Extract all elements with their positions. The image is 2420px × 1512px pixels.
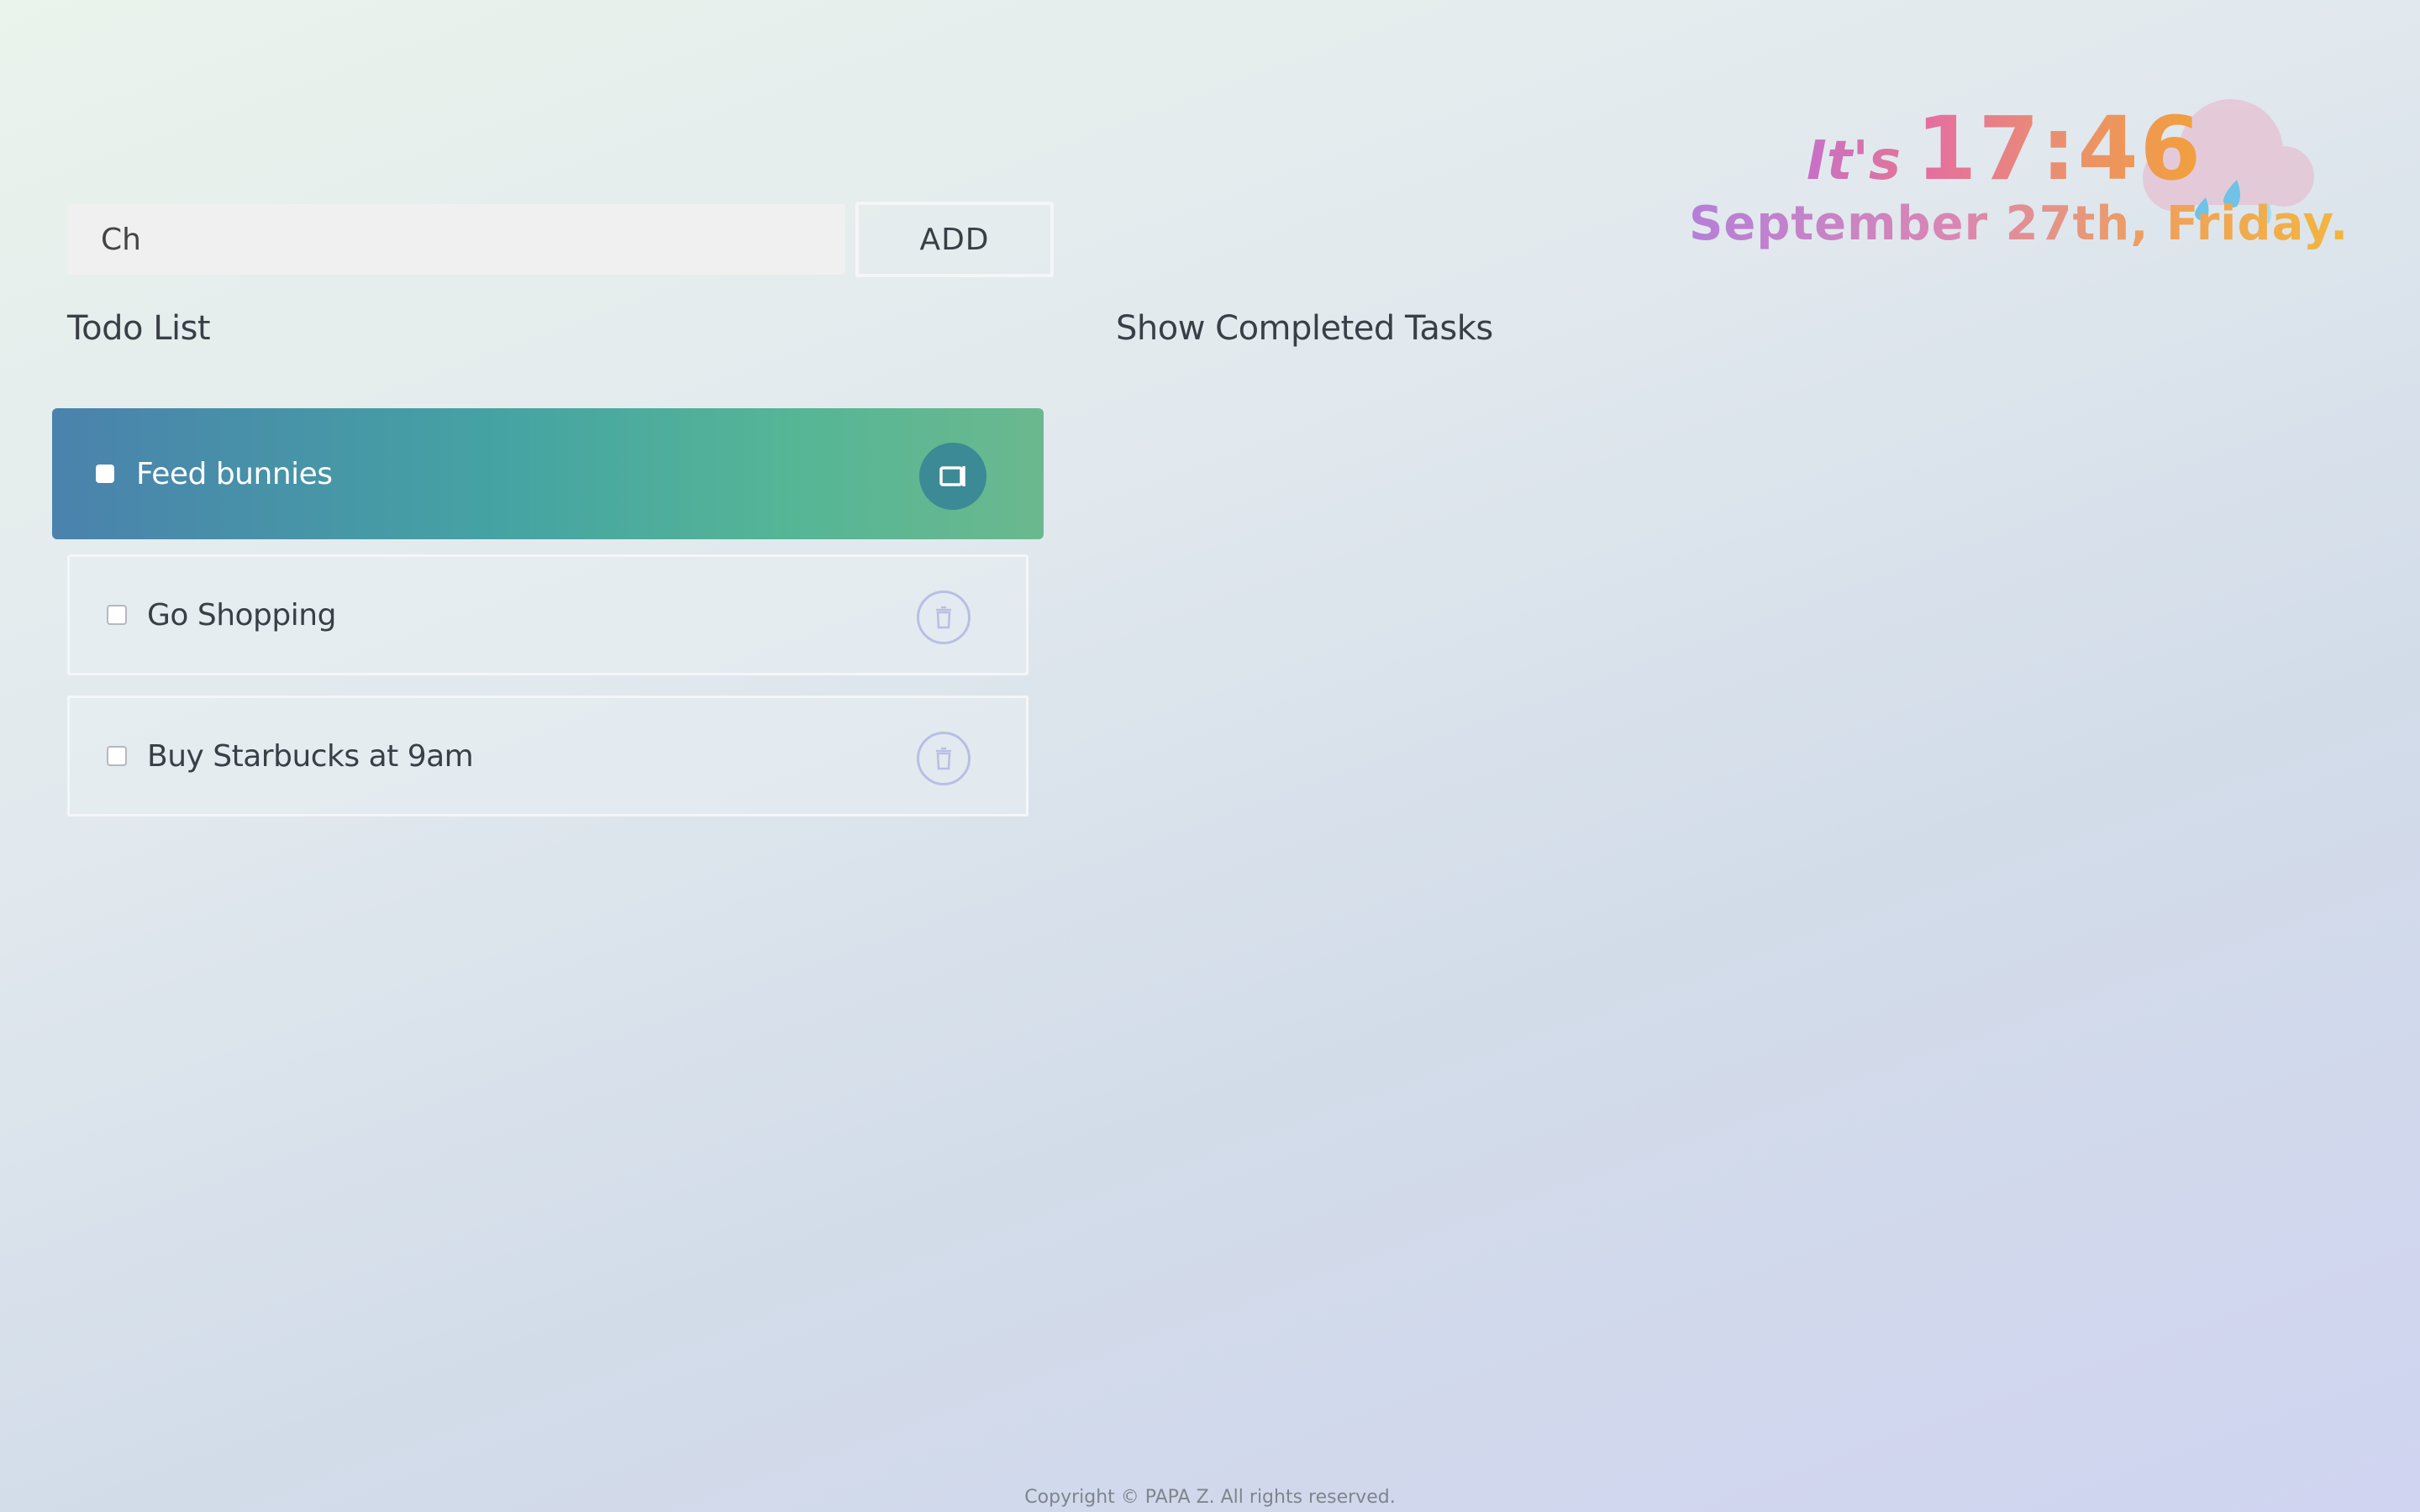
show-completed-tasks-toggle[interactable]: Show Completed Tasks xyxy=(1116,309,1493,348)
task-item[interactable]: Buy Starbucks at 9am xyxy=(67,696,1028,816)
clock-date: September 27th, Friday. xyxy=(1689,197,2349,251)
trash-icon xyxy=(936,747,951,770)
task-text: Feed bunnies xyxy=(136,456,333,491)
add-button[interactable]: ADD xyxy=(855,202,1054,277)
clock-time-line: It's 17:46 xyxy=(1807,97,2202,200)
task-item[interactable]: Go Shopping xyxy=(67,554,1028,675)
task-input[interactable] xyxy=(67,204,845,275)
task-text: Go Shopping xyxy=(147,597,336,633)
footer-copyright: Copyright © PAPA Z. All rights reserved. xyxy=(1024,1487,1396,1508)
delete-button[interactable] xyxy=(917,591,971,644)
clock-widget: It's 17:46 September 27th, Friday. xyxy=(1681,84,2348,286)
clock-time: 17:46 xyxy=(1916,97,2203,200)
clock-prefix: It's xyxy=(1807,130,1902,192)
task-checkbox[interactable] xyxy=(107,746,127,766)
delete-button[interactable] xyxy=(917,732,971,785)
task-item[interactable]: Feed bunnies xyxy=(52,408,1044,539)
trash-icon xyxy=(936,606,951,629)
archive-button[interactable] xyxy=(919,443,986,510)
todo-list-heading: Todo List xyxy=(67,309,211,348)
task-checkbox[interactable] xyxy=(107,605,127,625)
task-text: Buy Starbucks at 9am xyxy=(147,738,474,774)
task-checkbox[interactable] xyxy=(96,465,114,483)
archive-icon xyxy=(939,466,965,486)
